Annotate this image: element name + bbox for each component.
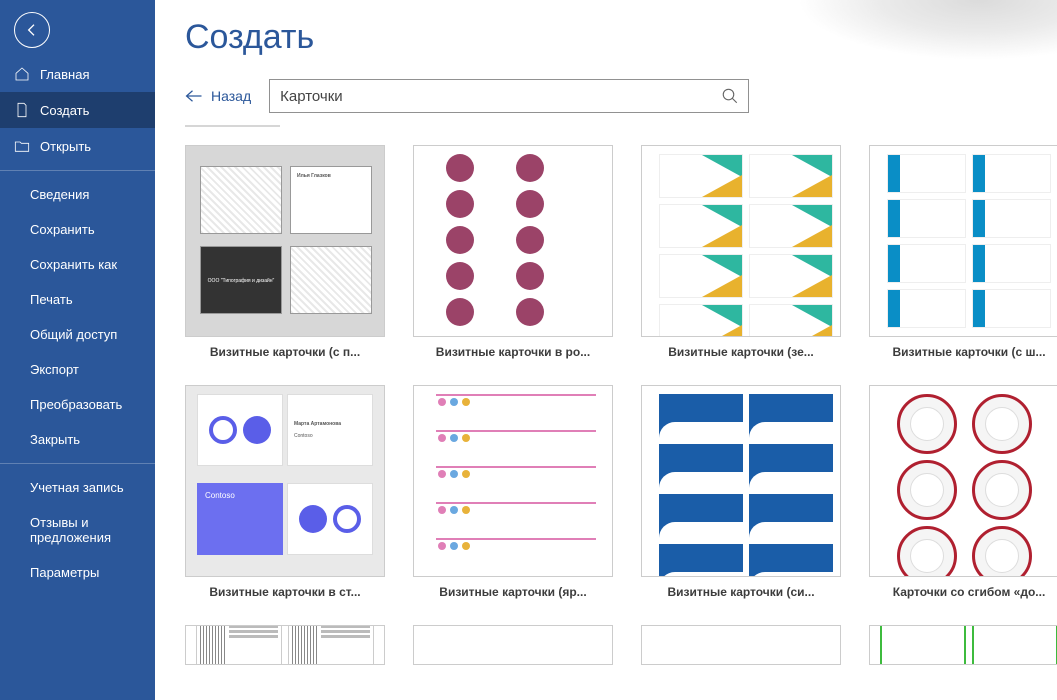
template-thumbnail (641, 625, 841, 665)
template-label: Визитные карточки в ро... (413, 345, 613, 359)
template-item[interactable]: Визитные карточки (си... (641, 385, 841, 599)
template-item[interactable]: Илья Глазков ООО "Типография и дизайн" В… (185, 145, 385, 359)
template-item[interactable]: Марта АртамоноваContoso Contoso Визитные… (185, 385, 385, 599)
template-grid: Илья Глазков ООО "Типография и дизайн" В… (185, 145, 1027, 673)
template-thumbnail (413, 385, 613, 577)
arrow-left-icon (185, 90, 203, 102)
nav-separator (0, 170, 155, 171)
folder-open-icon (14, 138, 30, 154)
nav-home[interactable]: Главная (0, 56, 155, 92)
template-item[interactable]: Карточки со сгибом «до... (869, 385, 1057, 599)
backstage-sidebar: Главная Создать Открыть Сведения Сохрани… (0, 0, 155, 700)
main-panel: Создать Назад Илья Глазков ООО "Типограф… (155, 0, 1057, 700)
nav-print-label: Печать (30, 292, 73, 307)
template-thumbnail (869, 145, 1057, 337)
template-item[interactable]: Визитные карточки (яр... (413, 385, 613, 599)
nav-home-label: Главная (40, 67, 89, 82)
template-label: Карточки со сгибом «до... (869, 585, 1057, 599)
nav-transform-label: Преобразовать (30, 397, 122, 412)
nav-close-label: Закрыть (30, 432, 80, 447)
search-icon (721, 87, 739, 105)
nav-create[interactable]: Создать (0, 92, 155, 128)
nav-open[interactable]: Открыть (0, 128, 155, 164)
search-row: Назад (185, 79, 1027, 113)
nav-saveas-label: Сохранить как (30, 257, 117, 272)
nav-save-label: Сохранить (30, 222, 95, 237)
category-divider (185, 125, 280, 127)
nav-feedback[interactable]: Отзывы и предложения (0, 505, 155, 555)
nav-info[interactable]: Сведения (0, 177, 155, 212)
template-item[interactable] (185, 625, 385, 673)
template-label: Визитные карточки (с ш... (869, 345, 1057, 359)
search-box (269, 79, 749, 113)
nav-transform[interactable]: Преобразовать (0, 387, 155, 422)
nav-close[interactable]: Закрыть (0, 422, 155, 457)
nav-options-label: Параметры (30, 565, 99, 580)
template-item[interactable] (413, 625, 613, 673)
template-label: Визитные карточки (с п... (185, 345, 385, 359)
nav-saveas[interactable]: Сохранить как (0, 247, 155, 282)
template-thumbnail (185, 625, 385, 665)
template-label: Визитные карточки (зе... (641, 345, 841, 359)
template-thumbnail (413, 625, 613, 665)
nav-feedback-label: Отзывы и предложения (30, 515, 111, 545)
search-input[interactable] (270, 88, 712, 105)
home-icon (14, 66, 30, 82)
nav-export-label: Экспорт (30, 362, 79, 377)
nav-options[interactable]: Параметры (0, 555, 155, 590)
template-thumbnail (641, 385, 841, 577)
search-back-label: Назад (211, 88, 251, 104)
nav-print[interactable]: Печать (0, 282, 155, 317)
nav-share-label: Общий доступ (30, 327, 117, 342)
template-thumbnail (413, 145, 613, 337)
back-circle-button[interactable] (14, 12, 50, 48)
nav-save[interactable]: Сохранить (0, 212, 155, 247)
template-thumbnail (869, 625, 1057, 665)
search-button[interactable] (712, 80, 748, 112)
template-label: Визитные карточки (си... (641, 585, 841, 599)
template-item[interactable] (641, 625, 841, 673)
nav-share[interactable]: Общий доступ (0, 317, 155, 352)
document-icon (14, 102, 30, 118)
template-thumbnail: Марта АртамоноваContoso Contoso (185, 385, 385, 577)
nav-info-label: Сведения (30, 187, 89, 202)
template-item[interactable]: Визитные карточки (зе... (641, 145, 841, 359)
template-thumbnail (869, 385, 1057, 577)
template-label: Визитные карточки (яр... (413, 585, 613, 599)
nav-create-label: Создать (40, 103, 89, 118)
nav-open-label: Открыть (40, 139, 91, 154)
nav-export[interactable]: Экспорт (0, 352, 155, 387)
search-back-button[interactable]: Назад (185, 88, 251, 104)
arrow-left-icon (24, 22, 40, 38)
template-thumbnail: Илья Глазков ООО "Типография и дизайн" (185, 145, 385, 337)
nav-account-label: Учетная запись (30, 480, 124, 495)
template-thumbnail (641, 145, 841, 337)
nav-separator-2 (0, 463, 155, 464)
nav-account[interactable]: Учетная запись (0, 470, 155, 505)
template-label: Визитные карточки в ст... (185, 585, 385, 599)
template-item[interactable]: Визитные карточки (с ш... (869, 145, 1057, 359)
template-item[interactable]: Визитные карточки в ро... (413, 145, 613, 359)
page-title: Создать (185, 18, 1027, 57)
template-item[interactable] (869, 625, 1057, 673)
